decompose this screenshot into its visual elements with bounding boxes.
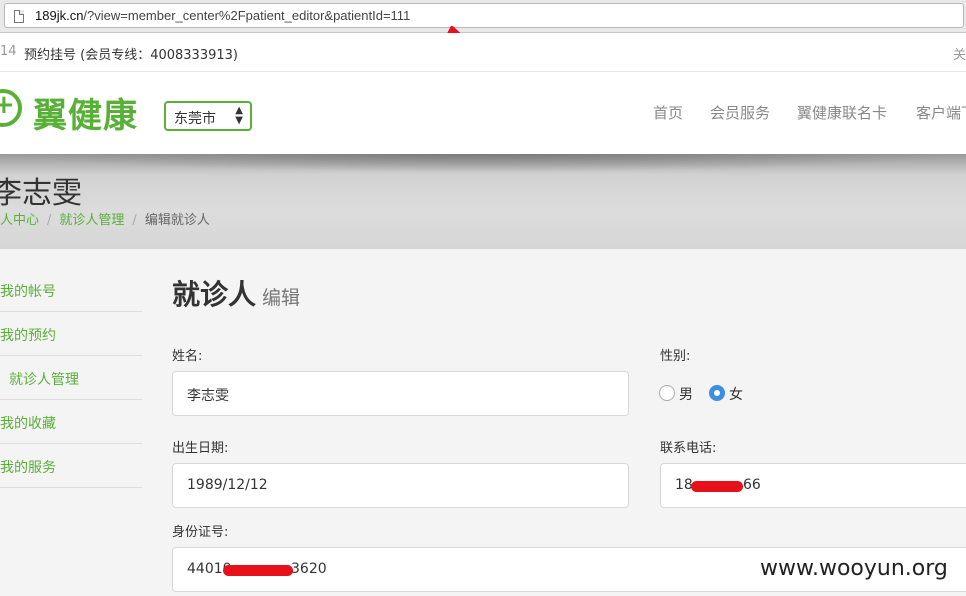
breadcrumb-current: 编辑就诊人 [144, 213, 210, 228]
sidebar-item-account[interactable]: 我的帐号 [0, 268, 142, 312]
name-input[interactable]: 李志雯 [172, 371, 629, 416]
updown-arrow-icon: ▲ ▼ [235, 105, 243, 126]
form-heading-sub: 编辑 [262, 287, 301, 309]
site-logo[interactable]: 翼健康 [33, 88, 138, 137]
form-heading: 就诊人 编辑 [172, 273, 300, 313]
breadcrumb-separator: / [47, 213, 52, 228]
form-heading-title: 就诊人 [172, 278, 257, 311]
name-input-value: 李志雯 [187, 388, 229, 404]
sidebar-item-label: 我的帐号 [0, 284, 56, 300]
gender-male-label: 男 [679, 387, 693, 403]
nav-home[interactable]: 首页 [653, 102, 683, 123]
top-info-bar: 14 预约挂号 (会员专线：4008333913) 关 [0, 33, 966, 72]
page-title: 李志雯 [0, 176, 82, 211]
phone-input[interactable]: 18 66 [660, 463, 966, 508]
sidebar-item-services[interactable]: 我的服务 [0, 444, 142, 488]
phone-redaction-mark [691, 481, 743, 492]
gender-female-radio[interactable] [709, 385, 725, 401]
phone-suffix: 66 [743, 477, 761, 493]
idcard-label: 身份证号: [172, 525, 229, 540]
site-header: 翼健康 东莞市 ▲▼ 首页 会员服务 翼健康联名卡 客户端下 [0, 72, 966, 154]
hotline-text: 预约挂号 (会员专线：4008333913) [24, 48, 238, 63]
url-host: 189jk.cn [35, 8, 84, 23]
url-text[interactable]: 189jk.cn/?view=member_center%2Fpatient_e… [35, 8, 410, 23]
phone-label: 联系电话: [660, 441, 717, 456]
sidebar-item-label: 我的预约 [0, 328, 56, 344]
breadcrumb-patient-manage[interactable]: 就诊人管理 [59, 213, 124, 228]
sidebar-item-label: 就诊人管理 [9, 372, 79, 388]
breadcrumb-separator: / [132, 213, 137, 228]
sidebar-item-favorites[interactable]: 我的收藏 [0, 400, 142, 444]
top-left-number: 14 [0, 44, 17, 59]
nav-cobrand-card[interactable]: 翼健康联名卡 [797, 102, 887, 123]
idcard-suffix: 3620 [291, 561, 327, 577]
top-right-link[interactable]: 关 [953, 44, 966, 63]
watermark-text: www.wooyun.org [760, 556, 948, 581]
breadcrumb-member-center[interactable]: 人中心 [0, 213, 39, 228]
birthdate-input[interactable]: 1989/12/12 [172, 463, 629, 508]
name-label: 姓名: [172, 349, 203, 364]
sidebar-item-patients[interactable]: 就诊人管理 [0, 356, 142, 400]
breadcrumb: 人中心 / 就诊人管理 / 编辑就诊人 [0, 209, 210, 228]
url-path: /?view=member_center%2Fpatient_editor&pa… [83, 8, 411, 23]
nav-client-download[interactable]: 客户端下 [916, 102, 966, 123]
birthdate-label: 出生日期: [172, 441, 229, 456]
birthdate-input-value: 1989/12/12 [187, 477, 268, 493]
city-select[interactable]: 东莞市 ▲ ▼ [164, 101, 252, 131]
sidebar-item-label: 我的收藏 [0, 416, 56, 432]
gender-label: 性别: [660, 349, 691, 364]
banner-shadow [0, 154, 966, 172]
gender-female-label: 女 [729, 387, 743, 403]
city-select-value: 东莞市 [174, 111, 216, 127]
page-banner: 李志雯 人中心 / 就诊人管理 / 编辑就诊人 [0, 154, 966, 249]
gender-male-radio[interactable] [659, 385, 675, 401]
sidebar-item-label: 我的服务 [0, 460, 56, 476]
main-content: 我的帐号 我的预约 就诊人管理 我的收藏 我的服务 就诊人 编辑 姓名: 李志雯 … [0, 249, 966, 596]
page-icon [14, 10, 24, 23]
idcard-redaction-mark [223, 565, 293, 576]
logo-cross-icon [0, 89, 22, 127]
nav-member-service[interactable]: 会员服务 [710, 102, 770, 123]
sidebar-item-appointments[interactable]: 我的预约 [0, 312, 142, 356]
